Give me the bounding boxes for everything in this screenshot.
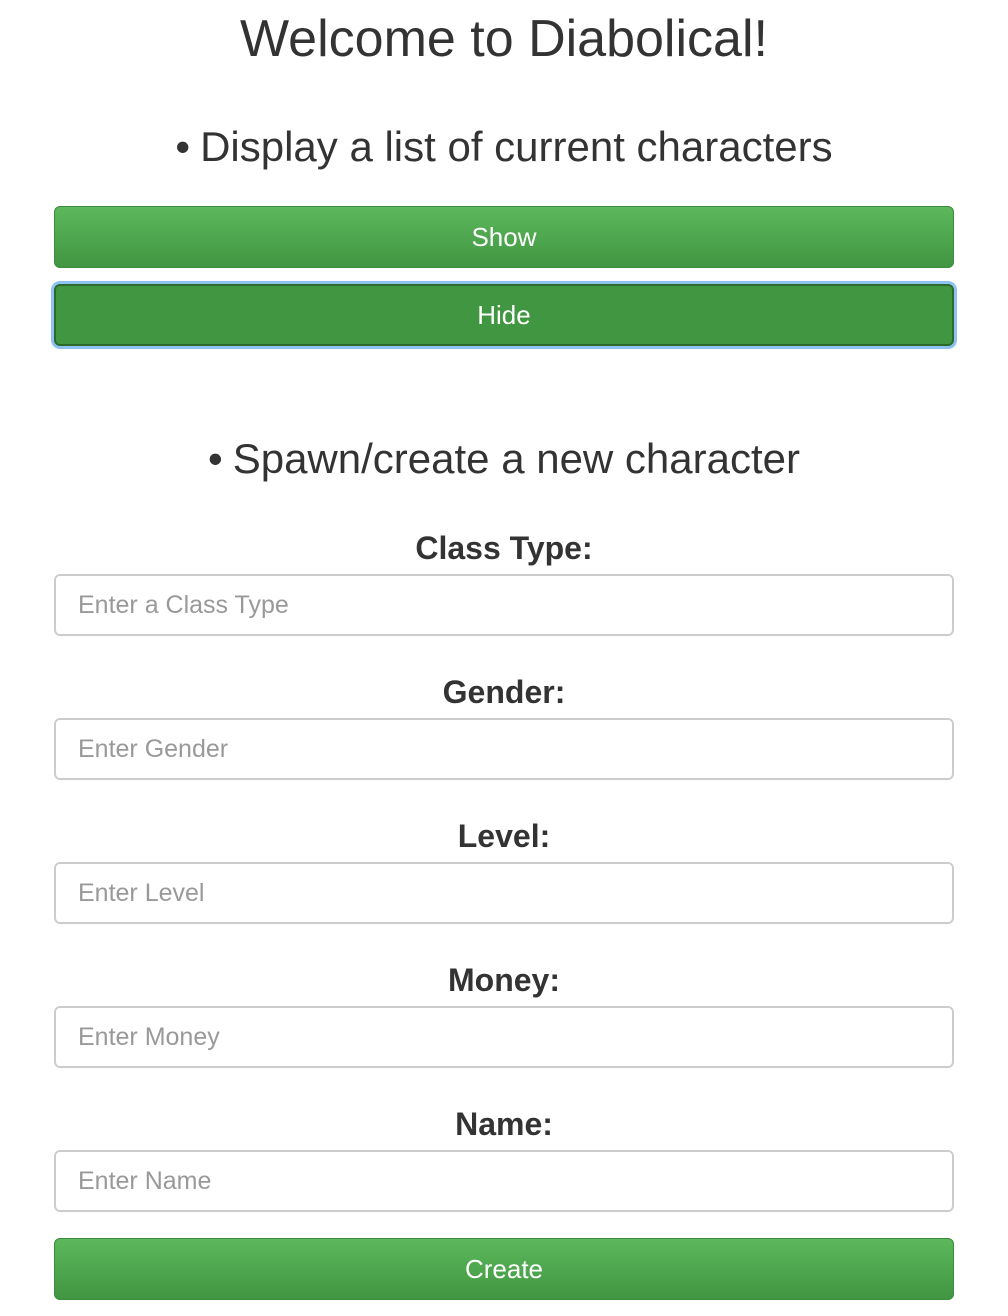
name-input[interactable]	[54, 1150, 954, 1212]
money-input[interactable]	[54, 1006, 954, 1068]
class-type-input[interactable]	[54, 574, 954, 636]
bullet-icon: •	[207, 435, 223, 482]
spawn-section-heading: • Spawn/create a new character	[0, 434, 1008, 484]
gender-label: Gender:	[442, 674, 566, 710]
create-button[interactable]: Create	[54, 1238, 954, 1300]
name-label: Name:	[455, 1106, 553, 1142]
class-type-label: Class Type:	[415, 530, 593, 566]
hide-button[interactable]: Hide	[54, 284, 954, 346]
page: Welcome to Diabolical! • Display a list o…	[0, 0, 1008, 1316]
page-title: Welcome to Diabolical!	[240, 10, 768, 68]
display-section-heading: • Display a list of current characters	[0, 122, 1008, 172]
level-input[interactable]	[54, 862, 954, 924]
show-button[interactable]: Show	[54, 206, 954, 268]
spawn-section-heading-text: Spawn/create a new character	[232, 435, 801, 482]
level-label: Level:	[457, 818, 551, 854]
display-section-heading-text: Display a list of current characters	[200, 123, 833, 170]
bullet-icon: •	[175, 123, 191, 170]
gender-input[interactable]	[54, 718, 954, 780]
money-label: Money:	[448, 962, 560, 998]
